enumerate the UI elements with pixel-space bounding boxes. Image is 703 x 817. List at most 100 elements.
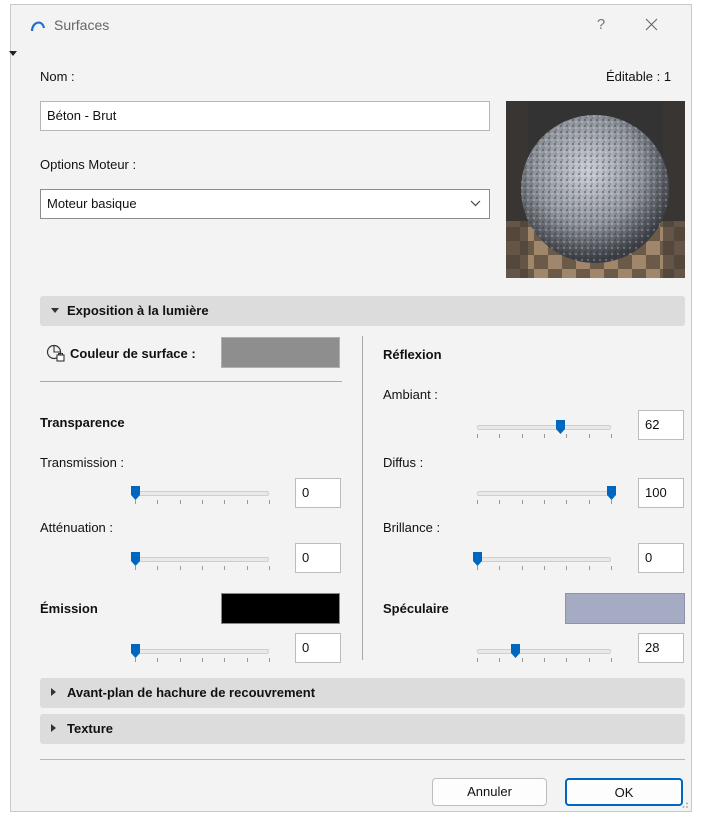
slider-track (135, 491, 269, 496)
slider-ticks (135, 500, 270, 505)
specular-input[interactable]: 28 (638, 633, 684, 663)
slider-tick (180, 658, 181, 662)
caret-down-icon (51, 308, 59, 313)
slider-tick (135, 500, 136, 504)
ambient-input[interactable]: 62 (638, 410, 684, 440)
slider-thumb[interactable] (556, 420, 565, 434)
attenuation-slider[interactable] (131, 551, 270, 571)
transmission-label: Transmission : (40, 455, 125, 470)
section-texture-title: Texture (67, 721, 113, 736)
window-title: Surfaces (54, 17, 110, 33)
slider-track (477, 425, 611, 430)
slider-tick (224, 658, 225, 662)
horizontal-divider (40, 381, 342, 382)
slider-thumb[interactable] (473, 552, 482, 566)
section-light-exposure-title: Exposition à la lumière (67, 303, 209, 318)
specular-slider[interactable] (475, 643, 612, 663)
slider-tick (589, 500, 590, 504)
slider-tick (522, 500, 523, 504)
slider-tick (247, 500, 248, 504)
engine-select[interactable]: Moteur basique (40, 189, 490, 219)
emission-input[interactable]: 0 (295, 633, 341, 663)
slider-tick (589, 434, 590, 438)
emission-slider[interactable] (131, 643, 270, 663)
transmission-input[interactable]: 0 (295, 478, 341, 508)
slider-ticks (477, 658, 612, 663)
slider-tick (477, 566, 478, 570)
slider-tick (180, 566, 181, 570)
ok-button[interactable]: OK (565, 778, 683, 806)
diffuse-input[interactable]: 100 (638, 478, 684, 508)
name-label: Nom : (40, 69, 75, 84)
ambient-label: Ambiant : (383, 387, 438, 402)
section-light-exposure[interactable]: Exposition à la lumière (40, 296, 685, 326)
slider-tick (157, 566, 158, 570)
slider-ticks (135, 566, 270, 571)
emission-color-swatch[interactable] (221, 593, 340, 624)
chevron-down-icon (470, 200, 481, 207)
section-texture[interactable]: Texture (40, 714, 685, 744)
slider-track (477, 649, 611, 654)
attenuation-input[interactable]: 0 (295, 543, 341, 573)
slider-tick (477, 434, 478, 438)
ambient-slider[interactable] (475, 419, 612, 439)
cancel-button[interactable]: Annuler (432, 778, 547, 806)
slider-tick (611, 658, 612, 662)
shininess-slider[interactable] (473, 551, 612, 571)
transparency-title: Transparence (40, 415, 125, 430)
section-overlay-hatch-title: Avant-plan de hachure de recouvrement (67, 685, 316, 700)
diffuse-label: Diffus : (383, 455, 424, 470)
slider-thumb[interactable] (131, 486, 140, 500)
slider-thumb[interactable] (131, 552, 140, 566)
slider-thumb[interactable] (511, 644, 520, 658)
shininess-input[interactable]: 0 (638, 543, 684, 573)
slider-thumb[interactable] (607, 486, 616, 500)
emission-label: Émission (40, 601, 98, 616)
engine-options-label: Options Moteur : (40, 157, 137, 172)
slider-tick (566, 658, 567, 662)
slider-tick (544, 658, 545, 662)
slider-ticks (477, 566, 612, 571)
slider-tick (477, 500, 478, 504)
slider-tick (611, 434, 612, 438)
close-button[interactable] (637, 13, 665, 37)
slider-tick (202, 658, 203, 662)
slider-tick (522, 434, 523, 438)
shininess-label: Brillance : (383, 520, 441, 535)
slider-tick (269, 500, 270, 504)
slider-track (135, 649, 269, 654)
specular-color-swatch[interactable] (565, 593, 685, 624)
slider-track (477, 557, 611, 562)
section-overlay-hatch[interactable]: Avant-plan de hachure de recouvrement (40, 678, 685, 708)
surface-color-label: Couleur de surface : (70, 346, 196, 361)
title-bar[interactable]: Surfaces ? (11, 5, 691, 43)
engine-selected-value: Moteur basique (47, 196, 137, 211)
slider-tick (566, 434, 567, 438)
slider-tick (611, 566, 612, 570)
slider-tick (589, 566, 590, 570)
slider-tick (180, 500, 181, 504)
slider-tick (224, 566, 225, 570)
slider-tick (611, 500, 612, 504)
name-input[interactable]: Béton - Brut (40, 101, 490, 131)
diffuse-slider[interactable] (475, 485, 616, 505)
collapse-arrow-icon[interactable] (9, 51, 17, 56)
reflection-title: Réflexion (383, 347, 442, 362)
slider-thumb[interactable] (131, 644, 140, 658)
slider-track (135, 557, 269, 562)
slider-tick (522, 566, 523, 570)
slider-tick (566, 566, 567, 570)
specular-label: Spéculaire (383, 601, 449, 616)
slider-tick (157, 658, 158, 662)
slider-tick (589, 658, 590, 662)
resize-grip-icon[interactable] (679, 799, 689, 809)
transmission-slider[interactable] (131, 485, 270, 505)
surface-color-swatch[interactable] (221, 337, 340, 368)
caret-right-icon (51, 724, 56, 732)
slider-tick (269, 566, 270, 570)
attenuation-label: Atténuation : (40, 520, 113, 535)
slider-tick (499, 434, 500, 438)
slider-tick (247, 658, 248, 662)
slider-tick (269, 658, 270, 662)
help-button[interactable]: ? (589, 14, 613, 36)
